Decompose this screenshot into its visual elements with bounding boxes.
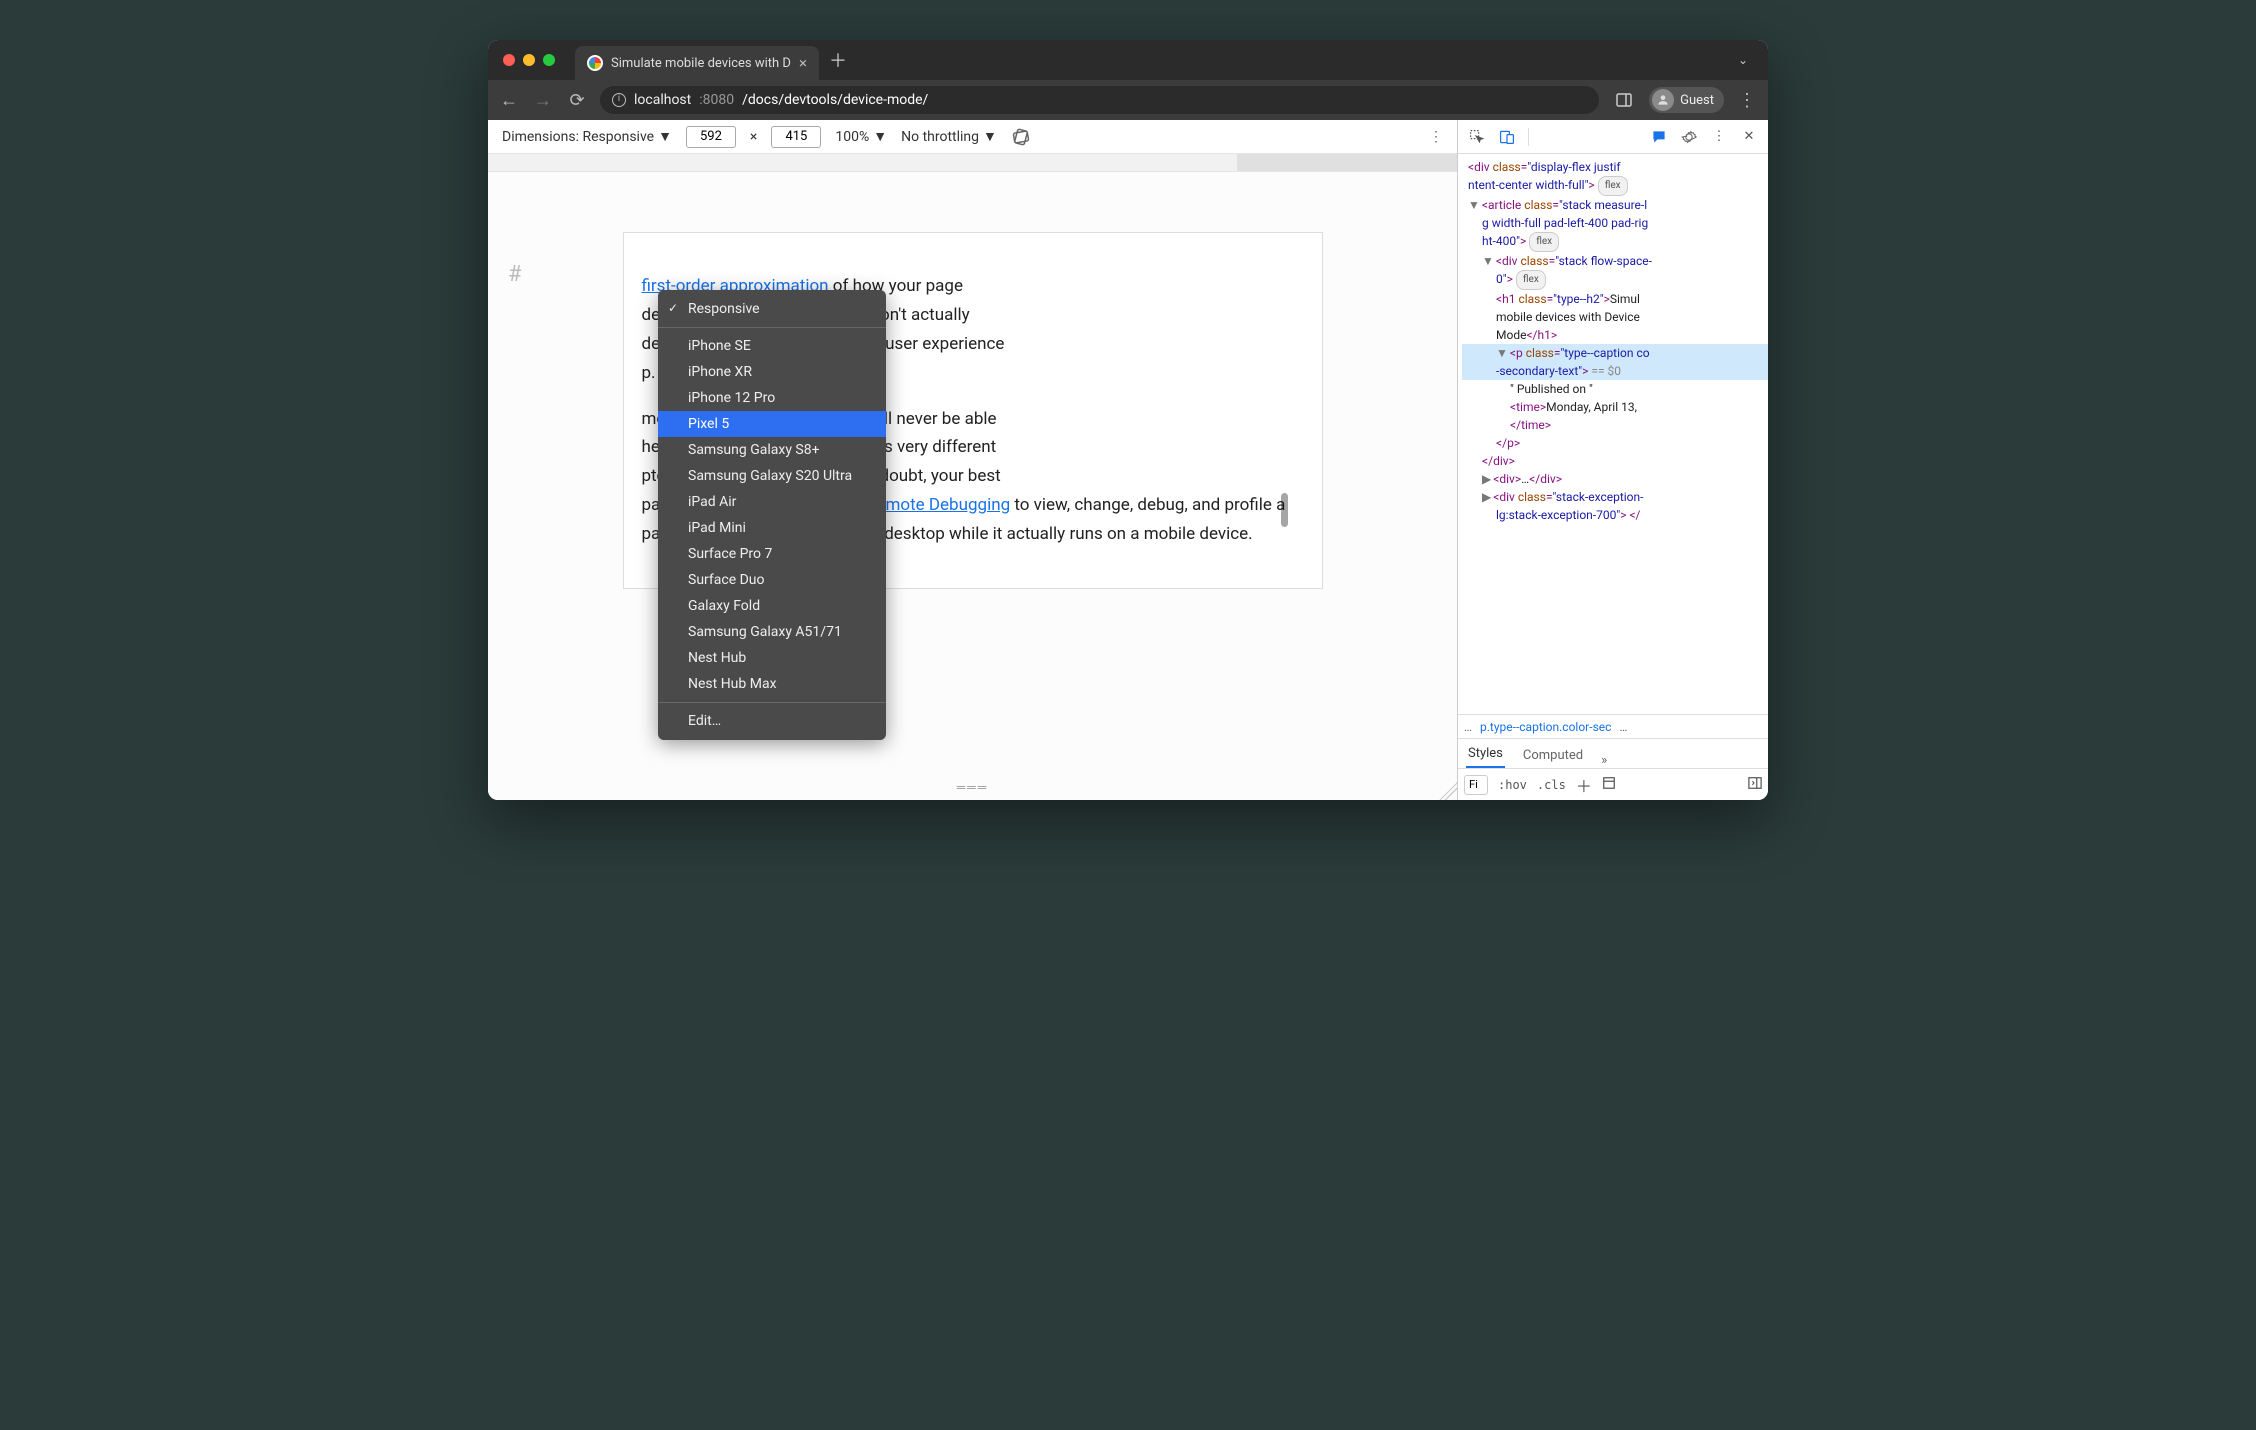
bottom-resize-handle-icon[interactable]: ═══: [957, 780, 989, 794]
device-option[interactable]: iPhone SE: [658, 333, 886, 359]
width-input[interactable]: [686, 126, 736, 148]
dropdown-triangle-icon: ▼: [658, 128, 672, 145]
device-option[interactable]: Surface Duo: [658, 567, 886, 593]
device-mode-toggle-icon[interactable]: [1494, 124, 1520, 150]
site-info-icon[interactable]: i: [612, 93, 626, 107]
back-button[interactable]: ←: [498, 90, 520, 111]
device-option[interactable]: iPad Air: [658, 489, 886, 515]
close-tab-icon[interactable]: ×: [799, 54, 807, 72]
content-area: Dimensions: Responsive ▼ × 100% ▼ No thr…: [488, 120, 1768, 800]
styles-tabs: Styles Computed »: [1458, 738, 1768, 768]
window-menu-chevron-icon[interactable]: ⌄: [1738, 53, 1748, 67]
hov-toggle[interactable]: :hov: [1498, 778, 1527, 792]
device-toolbar: Dimensions: Responsive ▼ × 100% ▼ No thr…: [488, 120, 1457, 154]
computed-styles-icon[interactable]: [1602, 776, 1616, 793]
maximize-window-button[interactable]: [543, 54, 555, 66]
heading-anchor-hash: #: [508, 262, 522, 287]
cls-toggle[interactable]: .cls: [1537, 778, 1566, 792]
throttling-dropdown[interactable]: No throttling ▼: [901, 128, 997, 145]
url-port: :8080: [699, 92, 734, 108]
device-option[interactable]: Galaxy Fold: [658, 593, 886, 619]
dimensions-dropdown[interactable]: Dimensions: Responsive ▼: [502, 128, 672, 145]
chrome-favicon-icon: [587, 55, 603, 71]
browser-tab[interactable]: Simulate mobile devices with D ×: [575, 46, 819, 80]
height-input[interactable]: [771, 126, 821, 148]
rotate-icon[interactable]: [1011, 127, 1031, 147]
device-option[interactable]: Samsung Galaxy S20 Ultra: [658, 463, 886, 489]
devtools-toolbar: ⋮ ✕: [1458, 120, 1768, 154]
devtools-menu-icon[interactable]: ⋮: [1706, 124, 1732, 150]
url-host: localhost: [634, 92, 691, 108]
device-option[interactable]: Surface Pro 7: [658, 541, 886, 567]
minimize-window-button[interactable]: [523, 54, 535, 66]
window-titlebar: Simulate mobile devices with D × ＋ ⌄: [488, 40, 1768, 80]
side-panel-icon[interactable]: [1611, 87, 1637, 113]
guest-avatar-icon: [1652, 89, 1674, 111]
device-option[interactable]: Samsung Galaxy A51/71: [658, 619, 886, 645]
styles-filter-input[interactable]: [1464, 775, 1488, 795]
inspect-element-icon[interactable]: [1464, 124, 1490, 150]
device-option[interactable]: Nest Hub Max: [658, 671, 886, 697]
address-toolbar: ← → ⟳ i localhost :8080/docs/devtools/dev…: [488, 80, 1768, 120]
styles-toolbar: :hov .cls ＋: [1458, 768, 1768, 800]
chat-icon[interactable]: [1646, 124, 1672, 150]
device-toolbar-menu-icon[interactable]: ⋮: [1429, 129, 1443, 145]
breadcrumb-current[interactable]: p.type--caption.color-sec: [1480, 720, 1611, 734]
device-edit-option[interactable]: Edit…: [658, 708, 886, 734]
traffic-lights: [503, 54, 555, 66]
dropdown-separator: [658, 327, 886, 328]
emulated-viewport: # first-order approximation of how your …: [488, 172, 1457, 800]
url-path: /docs/devtools/device-mode/: [742, 92, 928, 108]
breadcrumb-ellipsis: …: [1619, 720, 1627, 734]
reload-button[interactable]: ⟳: [566, 90, 588, 111]
device-option[interactable]: iPhone 12 Pro: [658, 385, 886, 411]
settings-gear-icon[interactable]: [1676, 124, 1702, 150]
device-list-dropdown: Responsive iPhone SE iPhone XR iPhone 12…: [658, 290, 886, 740]
throttling-label: No throttling: [901, 129, 979, 145]
device-option[interactable]: Samsung Galaxy S8+: [658, 437, 886, 463]
more-tabs-chevron-icon[interactable]: »: [1601, 753, 1607, 768]
device-option[interactable]: Nest Hub: [658, 645, 886, 671]
zoom-dropdown[interactable]: 100% ▼: [835, 128, 887, 145]
device-option-responsive[interactable]: Responsive: [658, 296, 886, 322]
profile-guest-chip[interactable]: Guest: [1649, 87, 1724, 113]
dimension-separator: ×: [750, 129, 757, 145]
tab-title: Simulate mobile devices with D: [611, 56, 791, 71]
elements-dom-tree[interactable]: <div class="display-flex justif ntent-ce…: [1458, 154, 1768, 714]
close-window-button[interactable]: [503, 54, 515, 66]
browser-menu-icon[interactable]: ⋮: [1736, 90, 1758, 111]
zoom-label: 100%: [835, 129, 869, 145]
scrollbar-thumb[interactable]: [1281, 493, 1288, 527]
dropdown-triangle-icon: ▼: [983, 128, 997, 145]
new-style-rule-icon[interactable]: ＋: [1576, 773, 1592, 797]
dom-breadcrumb[interactable]: … p.type--caption.color-sec …: [1458, 714, 1768, 738]
device-option[interactable]: iPad Mini: [658, 515, 886, 541]
guest-label: Guest: [1680, 93, 1714, 108]
corner-resize-handle-icon[interactable]: [1439, 782, 1457, 800]
new-tab-button[interactable]: ＋: [829, 47, 847, 73]
tab-styles[interactable]: Styles: [1466, 741, 1505, 768]
ruler-bar[interactable]: [488, 154, 1457, 172]
dropdown-separator: [658, 702, 886, 703]
dropdown-triangle-icon: ▼: [873, 128, 887, 145]
forward-button[interactable]: →: [532, 90, 554, 111]
breadcrumb-ellipsis: …: [1464, 720, 1472, 734]
toggle-sidebar-icon[interactable]: [1748, 776, 1762, 793]
devtools-panel: ⋮ ✕ <div class="display-flex justif nten…: [1458, 120, 1768, 800]
remote-debugging-link[interactable]: Remote Debugging: [866, 495, 1010, 515]
device-option[interactable]: iPhone XR: [658, 359, 886, 385]
tab-computed[interactable]: Computed: [1521, 743, 1585, 768]
dimensions-label: Dimensions: Responsive: [502, 129, 654, 145]
browser-window: Simulate mobile devices with D × ＋ ⌄ ← →…: [488, 40, 1768, 800]
device-option-pixel5[interactable]: Pixel 5: [658, 411, 886, 437]
close-devtools-icon[interactable]: ✕: [1736, 124, 1762, 150]
emulation-pane: Dimensions: Responsive ▼ × 100% ▼ No thr…: [488, 120, 1458, 800]
address-bar[interactable]: i localhost :8080/docs/devtools/device-mo…: [600, 86, 1599, 114]
